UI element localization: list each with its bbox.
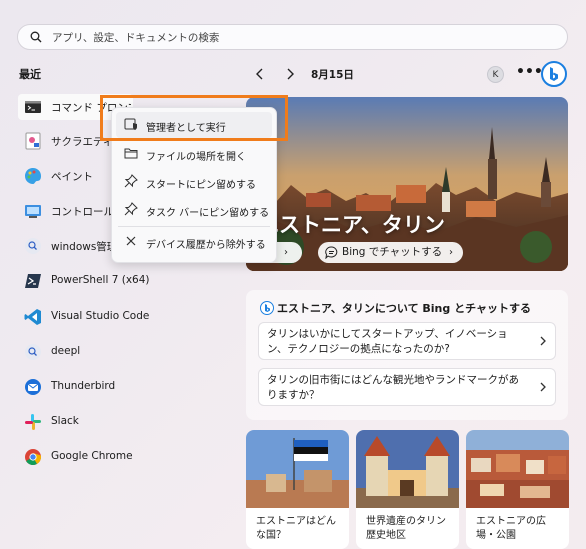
- app-label: Visual Studio Code: [51, 310, 150, 322]
- bing-icon[interactable]: [541, 61, 567, 87]
- chat-question-button[interactable]: タリンの旧市街にはどんな観光地やランドマークがありますか？: [258, 368, 556, 406]
- news-tile[interactable]: エストニアはどんな国？: [246, 430, 349, 549]
- search-box[interactable]: [17, 24, 568, 50]
- app-label: Google Chrome: [51, 450, 133, 462]
- recent-app-windows-kanri[interactable]: windows管理: [18, 233, 123, 259]
- old-town-gate-image: [356, 430, 459, 508]
- recent-app-vscode[interactable]: Visual Studio Code: [18, 304, 158, 330]
- recent-app-deepl[interactable]: deepl: [18, 339, 123, 365]
- vscode-icon: [24, 309, 41, 325]
- remove-from-history-menu-item[interactable]: デバイス履歴から除外する: [116, 229, 272, 255]
- recent-app-paint[interactable]: ペイント: [18, 163, 123, 189]
- bing-chat-card: エストニア、タリンについて Bing とチャットする タリンはいかにしてスタート…: [246, 290, 568, 420]
- app-label: ペイント: [51, 171, 93, 183]
- thunderbird-icon: [25, 379, 41, 395]
- pin-to-taskbar-menu-item[interactable]: タスク バーにピン留めする: [116, 197, 272, 223]
- highlight-annotation: [100, 95, 288, 141]
- menu-item-label: ファイルの場所を開く: [146, 152, 246, 163]
- open-file-location-menu-item[interactable]: ファイルの場所を開く: [116, 141, 272, 167]
- recent-app-powershell[interactable]: PowerShell 7 (x64): [18, 268, 158, 294]
- bing-chat-label: Bing でチャットする: [342, 246, 443, 258]
- next-day-icon[interactable]: [282, 66, 298, 82]
- menu-item-label: スタートにピン留めする: [146, 180, 256, 191]
- question-text: タリンの旧市街にはどんな観光地やランドマークがありますか？: [267, 374, 519, 401]
- chrome-icon: [25, 449, 42, 465]
- chevron-right-icon: [540, 336, 546, 346]
- pin-to-start-menu-item[interactable]: スタートにピン留めする: [116, 169, 272, 195]
- chat-question-button[interactable]: タリンはいかにしてスタートアップ、イノベーション、テクノロジーの拠点になったのか…: [258, 322, 556, 360]
- menu-divider: [118, 226, 270, 227]
- app-label: Slack: [51, 415, 79, 427]
- recent-app-control-panel[interactable]: コントロール パネル: [18, 198, 123, 224]
- pin-icon: [124, 202, 138, 216]
- powershell-icon: [25, 274, 41, 288]
- close-icon: [126, 236, 136, 246]
- folder-icon: [124, 148, 138, 159]
- tile-title: 世界遺産のタリン歴史地区: [366, 516, 446, 541]
- hero-title: エストニア、タリン: [258, 213, 445, 237]
- hero-card[interactable]: エストニア、タリン 詳細 › Bing でチャットする ›: [246, 97, 568, 271]
- menu-item-label: デバイス履歴から除外する: [146, 240, 266, 251]
- app-label: コントロール パネル: [51, 206, 119, 218]
- menu-item-label: タスク バーにピン留めする: [146, 208, 270, 219]
- paint-icon: [25, 168, 41, 184]
- control-panel-icon: [25, 205, 41, 218]
- bing-icon: [260, 301, 274, 315]
- date-label: 8月15日: [311, 69, 354, 81]
- app-label: deepl: [51, 345, 81, 357]
- slack-icon: [25, 414, 41, 430]
- app-label: PowerShell 7 (x64): [51, 274, 150, 286]
- tile-title: エストニアはどんな国？: [256, 516, 336, 541]
- app-label: Thunderbird: [51, 380, 116, 392]
- recent-heading: 最近: [19, 68, 41, 81]
- recent-app-thunderbird[interactable]: Thunderbird: [18, 374, 123, 400]
- chevron-right-icon: [540, 382, 546, 392]
- previous-day-icon[interactable]: [252, 66, 268, 82]
- chat-bubble-icon: [325, 246, 338, 259]
- search-result-icon: [25, 238, 41, 254]
- search-input[interactable]: [50, 28, 554, 48]
- recent-app-slack[interactable]: Slack: [18, 409, 123, 435]
- town-square-image: [466, 430, 569, 508]
- terminal-icon: [25, 101, 41, 113]
- pin-icon: [124, 174, 138, 188]
- recent-app-google-chrome[interactable]: Google Chrome: [18, 444, 133, 470]
- estonia-flag-image: [246, 430, 349, 508]
- search-icon: [30, 31, 42, 43]
- tile-title: エストニアの広場・公園: [476, 516, 546, 541]
- more-options-button[interactable]: •••: [516, 64, 543, 80]
- sakura-editor-icon: [25, 132, 41, 150]
- news-tile[interactable]: エストニアの広場・公園: [466, 430, 569, 549]
- news-tile[interactable]: 世界遺産のタリン歴史地区: [356, 430, 459, 549]
- app-label: windows管理: [51, 241, 111, 253]
- avatar[interactable]: K: [487, 66, 504, 83]
- search-result-icon: [25, 344, 41, 360]
- chat-card-title: エストニア、タリンについて Bing とチャットする: [260, 300, 531, 316]
- chevron-right-icon: ›: [284, 247, 288, 258]
- question-text: タリンはいかにしてスタートアップ、イノベーション、テクノロジーの拠点になったのか…: [267, 328, 508, 355]
- bing-chat-button[interactable]: Bing でチャットする ›: [318, 242, 463, 263]
- chevron-right-icon: ›: [449, 247, 453, 258]
